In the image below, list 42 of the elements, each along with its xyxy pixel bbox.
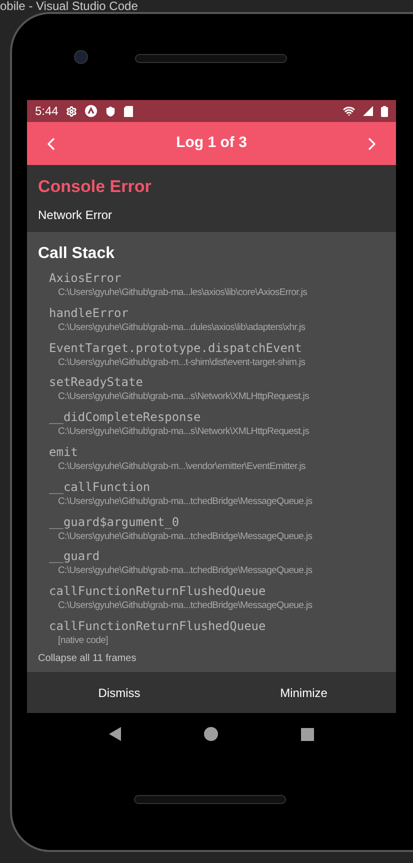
sd-card-icon <box>124 106 134 116</box>
frame-location: C:\Users\gyuhe\Github\grab-ma...s\Network\XMLHttpRequest.js <box>57 426 310 438</box>
frame-function: callFunctionReturnFlushedQueue <box>49 618 267 635</box>
frame-location: C:\Users\gyuhe\Github\grab-ma...les\axios\lib\core\AxiosError.js <box>57 287 308 299</box>
home-icon[interactable] <box>204 727 218 741</box>
status-time: 5:44 <box>35 103 58 120</box>
frame-location: C:\Users\gyuhe\Github\grab-ma...dules\axios\lib\adapters\xhr.js <box>57 322 306 334</box>
window-title: obile - Visual Studio Code <box>0 0 138 12</box>
frame-function: emit <box>49 444 79 461</box>
wifi-icon <box>343 105 355 117</box>
frame-location: C:\Users\gyuhe\Github\grab-ma...tchedBridge\MessageQueue.js <box>57 600 314 612</box>
error-title: Console Error <box>38 177 152 197</box>
frame-function: __didCompleteResponse <box>49 409 202 426</box>
frame-function: __guard <box>49 548 101 566</box>
frame-function: __guard$argument_0 <box>49 514 180 531</box>
frame-location: C:\Users\gyuhe\Github\grab-m...\vendor\emitter\EventEmitter.js <box>57 460 307 473</box>
frame-location: C:\Users\gyuhe\Github\grab-ma...tchedBridge\MessageQueue.js <box>57 496 314 508</box>
footer-button[interactable]: Minimize <box>212 672 396 713</box>
footer-button[interactable]: Dismiss <box>27 672 212 713</box>
header-title: Log 1 of 3 <box>176 133 247 154</box>
frame-function: AxiosError <box>49 270 122 287</box>
frame-location: C:\Users\gyuhe\Github\grab-ma...s\Network\XMLHttpRequest.js <box>57 391 310 404</box>
camera-icon <box>74 50 88 64</box>
shield-icon <box>105 106 116 116</box>
error-message: Network Error <box>38 207 114 224</box>
frame-location: C:\Users\gyuhe\Github\grab-ma...tchedBridge\MessageQueue.js <box>57 565 314 578</box>
frame-function: setReadyState <box>49 374 144 392</box>
app-badge-icon <box>85 105 98 117</box>
frame-location: [native code] <box>57 634 109 647</box>
recents-icon[interactable] <box>301 728 314 740</box>
frame-function: handleError <box>49 304 130 322</box>
battery-icon <box>381 106 388 116</box>
frame-function: __callFunction <box>49 478 152 496</box>
signal-icon <box>363 106 373 116</box>
settings-icon <box>66 106 78 116</box>
frame-function: EventTarget.prototype.dispatchEvent <box>49 340 303 357</box>
frame-location: C:\Users\gyuhe\Github\grab-m...t-shim\dist\event-target-shim.js <box>57 356 306 369</box>
frame-location: C:\Users\gyuhe\Github\grab-ma...tchedBridge\MessageQueue.js <box>57 530 314 543</box>
call-stack-title: Call Stack <box>38 244 116 264</box>
collapse-frames-link[interactable]: Collapse all 11 frames <box>38 652 385 665</box>
frame-function: callFunctionReturnFlushedQueue <box>49 583 267 600</box>
back-icon[interactable] <box>108 727 121 741</box>
